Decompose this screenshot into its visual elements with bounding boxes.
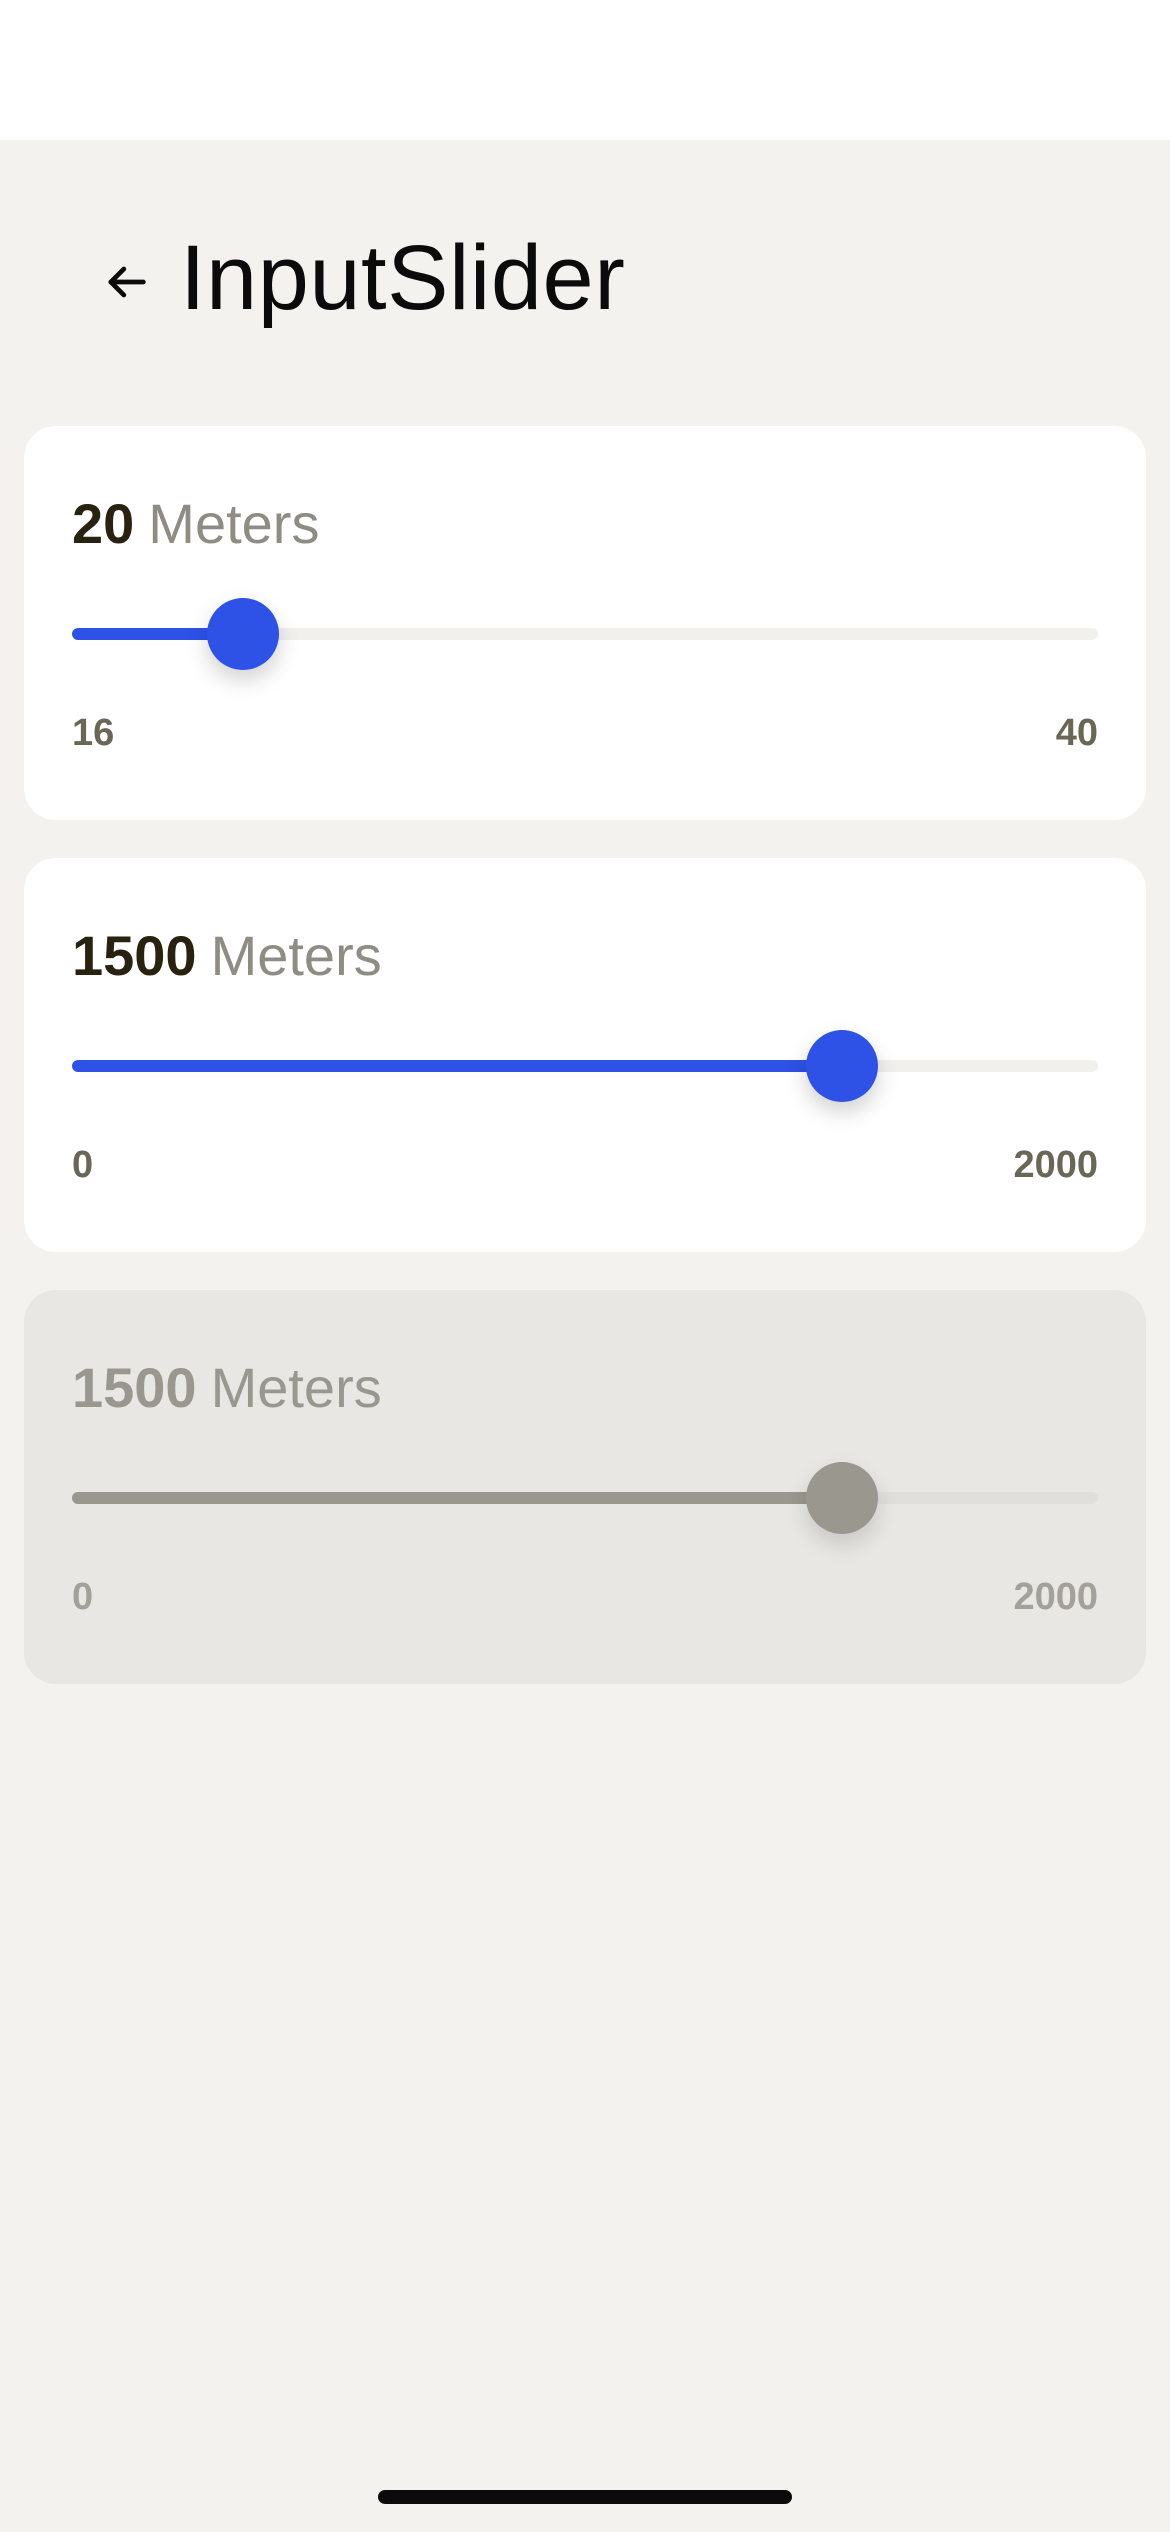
slider-unit: Meters	[210, 924, 382, 987]
slider-value-display: 1500 Meters	[72, 918, 382, 994]
slider-max-label: 2000	[1013, 1576, 1098, 1618]
slider-track-disabled	[72, 1462, 1098, 1534]
slider-max-label: 2000	[1013, 1144, 1098, 1186]
slider-min-label: 0	[72, 1144, 94, 1186]
slider-fill	[72, 1492, 842, 1504]
slider-value-display: 20 Meters	[72, 486, 319, 562]
home-indicator	[378, 2490, 792, 2504]
page-title: InputSlider	[180, 227, 626, 329]
header: InputSlider	[0, 140, 1170, 410]
slider-thumb[interactable]	[207, 598, 280, 670]
slider-thumb[interactable]	[805, 1030, 878, 1102]
slider-fill	[72, 1060, 842, 1072]
slider-track[interactable]	[72, 1030, 1098, 1102]
slider-card: 1500 Meters 0 2000	[24, 858, 1146, 1252]
slider-unit: Meters	[210, 1356, 382, 1419]
slider-min-label: 16	[72, 712, 115, 754]
slider-value: 1500	[72, 924, 197, 987]
slider-min-label: 0	[72, 1576, 94, 1618]
slider-track[interactable]	[72, 598, 1098, 670]
slider-thumb-disabled	[805, 1462, 878, 1534]
slider-value: 1500	[72, 1356, 197, 1419]
slider-max-label: 40	[1055, 712, 1098, 754]
status-bar	[0, 0, 1170, 140]
slider-value-display: 1500 Meters	[72, 1350, 382, 1426]
slider-unit: Meters	[148, 492, 320, 555]
slider-card-disabled: 1500 Meters 0 2000	[24, 1290, 1146, 1684]
slider-value: 20	[72, 492, 135, 555]
back-button[interactable]	[94, 250, 158, 314]
slider-card: 20 Meters 16 40	[24, 426, 1146, 820]
arrow-left-icon	[108, 266, 146, 298]
